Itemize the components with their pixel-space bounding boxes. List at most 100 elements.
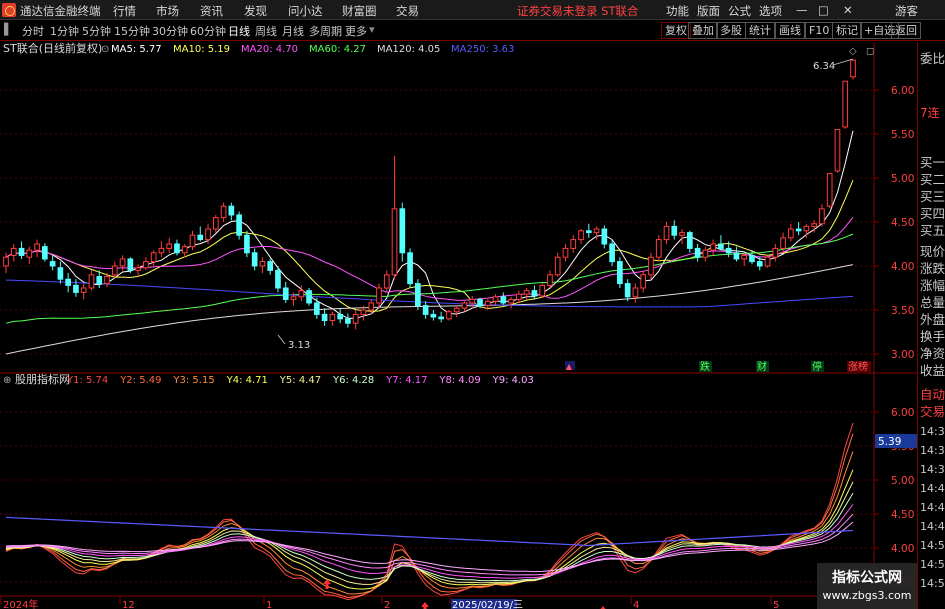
candle-body [345, 318, 351, 324]
stats-button[interactable]: 统计 [745, 22, 775, 39]
adjust-button[interactable]: 复权 [661, 22, 691, 39]
maximize-icon[interactable]: □ [818, 3, 829, 17]
candle-body [26, 249, 33, 258]
ma-legend-item: MA10: 5.19 [173, 44, 230, 55]
candle-body [516, 293, 522, 300]
candle-body [570, 239, 577, 249]
candle-body [96, 276, 103, 285]
candle-body [834, 129, 841, 172]
event-marker: 涨榜 [848, 360, 868, 373]
menu-function[interactable]: 功能 [666, 3, 689, 19]
menu-formula[interactable]: 公式 [728, 3, 751, 19]
candle-body [57, 267, 64, 280]
f10-button[interactable]: F10 [805, 22, 834, 39]
period-1min[interactable]: 1分钟 [50, 23, 79, 39]
candle-body [741, 254, 748, 260]
ma-legend: MA5: 5.77 MA10: 5.19 MA20: 4.70 MA60: 4.27 M… [111, 44, 514, 55]
ma-legend-item: MA20: 4.70 [241, 44, 298, 55]
candle-body [10, 247, 17, 256]
minimize-icon[interactable]: — [796, 3, 808, 17]
candle-body [702, 249, 709, 258]
candle-body [407, 252, 413, 285]
ma-line [5, 264, 854, 355]
period-30min[interactable]: 30分钟 [152, 23, 188, 39]
candle-body [578, 230, 584, 241]
sub-collapse-icon[interactable]: ⊕ [3, 375, 11, 386]
candle-body [694, 247, 701, 258]
guest-label[interactable]: 游客 [895, 3, 918, 19]
candle-body [49, 261, 56, 267]
login-warning: 证券交易未登录 ST联合 [517, 4, 639, 18]
collapse-icon[interactable]: ◻ [866, 46, 874, 57]
candle-body [469, 298, 476, 304]
event-markers: 跌 财 停 涨榜 [699, 360, 871, 373]
period-5min[interactable]: 5分钟 [82, 23, 111, 39]
high-pointer [832, 58, 854, 66]
candle-body [811, 223, 817, 227]
quote-panel: 委比 7连 买一 买二 买三 买四 买五 现价 涨跌 涨幅 总量 外盘 换手 净… [918, 42, 945, 609]
menu-assistant[interactable]: 问小达 [288, 3, 323, 19]
candle-body [446, 311, 452, 320]
event-marker-icon[interactable]: ▲ [566, 362, 573, 371]
menu-news[interactable]: 资讯 [200, 3, 223, 19]
indicator-legend-item: Y6: 4.28 [332, 375, 374, 386]
trade-tab[interactable]: 交易 [920, 401, 945, 420]
candle-body [143, 261, 149, 269]
draw-button[interactable]: 画线 [775, 22, 805, 39]
back-button[interactable]: 返回 [891, 22, 921, 39]
candle-body [477, 298, 483, 307]
candle-body [756, 261, 763, 267]
more-chevron-icon[interactable]: ▾ [369, 23, 375, 36]
candle-body [422, 305, 429, 315]
main-y-tick: 5.00 [891, 173, 914, 185]
x-axis-label: 4 [633, 600, 639, 609]
candle-body [220, 205, 227, 219]
candle-body [850, 59, 856, 78]
candle-body [492, 296, 499, 302]
indicator-line [5, 422, 854, 601]
indicator-legend-item: Y3: 5.15 [172, 375, 214, 386]
settings-icon[interactable]: ⊙ [101, 44, 109, 55]
main-y-tick: 4.50 [891, 217, 914, 229]
period-more[interactable]: 更多 [345, 23, 367, 39]
menu-options[interactable]: 选项 [759, 3, 782, 19]
indicator-line [5, 481, 854, 585]
sub-panel-title: 股朋指标网 [15, 372, 70, 386]
main-y-tick: 3.00 [891, 349, 914, 361]
menu-discover[interactable]: 发现 [244, 3, 267, 19]
candle-body [135, 267, 141, 271]
ma-line [5, 130, 854, 319]
multi-stock-button[interactable]: 多股 [716, 22, 746, 39]
candle-body [609, 243, 615, 263]
candle-body [352, 313, 359, 324]
time-axis: 2024年 12 1 2 2025/02/19/三 4 5 [0, 597, 779, 609]
tick-time: 14:42 [920, 501, 945, 514]
ma-legend-item: MA5: 5.77 [111, 44, 162, 55]
menu-market[interactable]: 市场 [156, 3, 179, 19]
candle-body [795, 228, 802, 232]
current-value-label: 5.39 [878, 436, 901, 448]
candle-body [150, 252, 157, 263]
period-multi[interactable]: 多周期 [309, 23, 342, 39]
menu-layout[interactable]: 版面 [697, 3, 720, 19]
event-marker: 财 [757, 360, 767, 373]
period-15min[interactable]: 15分钟 [114, 23, 150, 39]
main-panel-title: ST联合(日线前复权) [3, 42, 102, 55]
diamond-icon[interactable]: ◇ [849, 46, 857, 57]
close-icon[interactable]: ✕ [843, 3, 853, 17]
menu-wealth[interactable]: 财富圈 [342, 3, 377, 19]
overlay-button[interactable]: 叠加 [688, 22, 718, 39]
menu-trade[interactable]: 交易 [396, 3, 419, 19]
tick-time: 14:50 [920, 539, 945, 552]
indicator-legend-item: Y7: 4.17 [385, 375, 427, 386]
period-weekly[interactable]: 周线 [255, 23, 277, 39]
period-intraday[interactable]: 分时 [22, 23, 44, 39]
mark-button[interactable]: 标记 [832, 22, 862, 39]
period-60min[interactable]: 60分钟 [190, 23, 226, 39]
candle-body [453, 307, 460, 313]
candle-body [236, 214, 242, 236]
period-monthly[interactable]: 月线 [282, 23, 304, 39]
kline-chart[interactable]: ST联合(日线前复权) ⊙ MA5: 5.77 MA10: 5.19 MA20: 4… [0, 42, 917, 609]
menu-quotes[interactable]: 行情 [113, 3, 136, 19]
period-daily[interactable]: 日线 [228, 23, 250, 39]
